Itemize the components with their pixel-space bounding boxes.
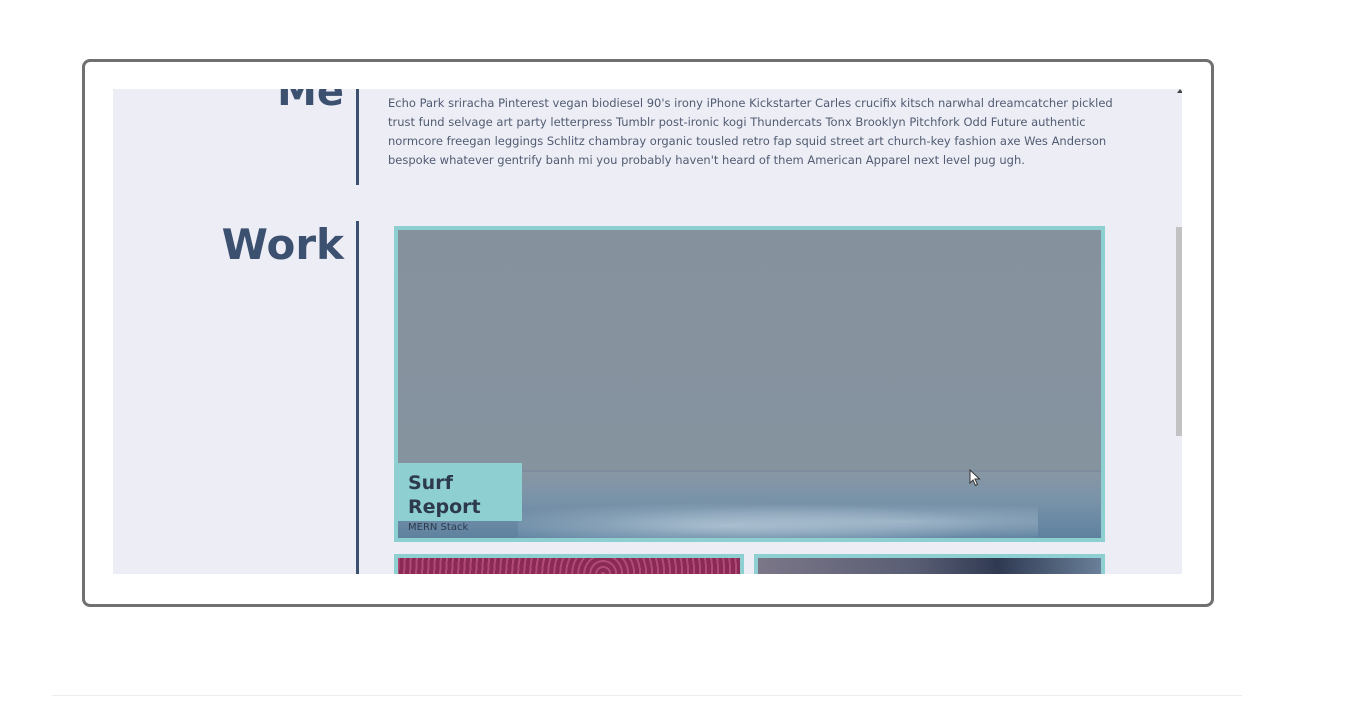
project-label: Surf Report MERN Stack xyxy=(398,463,522,533)
project-card-second[interactable] xyxy=(394,554,744,574)
project-card-third[interactable] xyxy=(754,554,1105,574)
project-card-surf-report[interactable]: Surf Report MERN Stack xyxy=(394,226,1105,542)
page-viewport[interactable]: Me Echo Park sriracha Pinterest vegan bi… xyxy=(113,89,1182,574)
work-heading: Work xyxy=(221,220,344,269)
project-title: Surf Report xyxy=(408,472,481,518)
project-tech-stack: MERN Stack xyxy=(408,522,469,533)
about-heading: Me xyxy=(277,89,344,115)
mouse-pointer-icon xyxy=(969,469,981,487)
about-paragraph: Echo Park sriracha Pinterest vegan biodi… xyxy=(388,96,1113,167)
work-divider-line xyxy=(356,221,359,574)
about-divider-line xyxy=(356,89,359,185)
bottom-divider xyxy=(52,695,1242,696)
scroll-up-arrow-icon[interactable] xyxy=(1177,89,1182,93)
project-thumbnail-wave xyxy=(518,498,1038,538)
scrollbar-thumb[interactable] xyxy=(1176,227,1182,436)
